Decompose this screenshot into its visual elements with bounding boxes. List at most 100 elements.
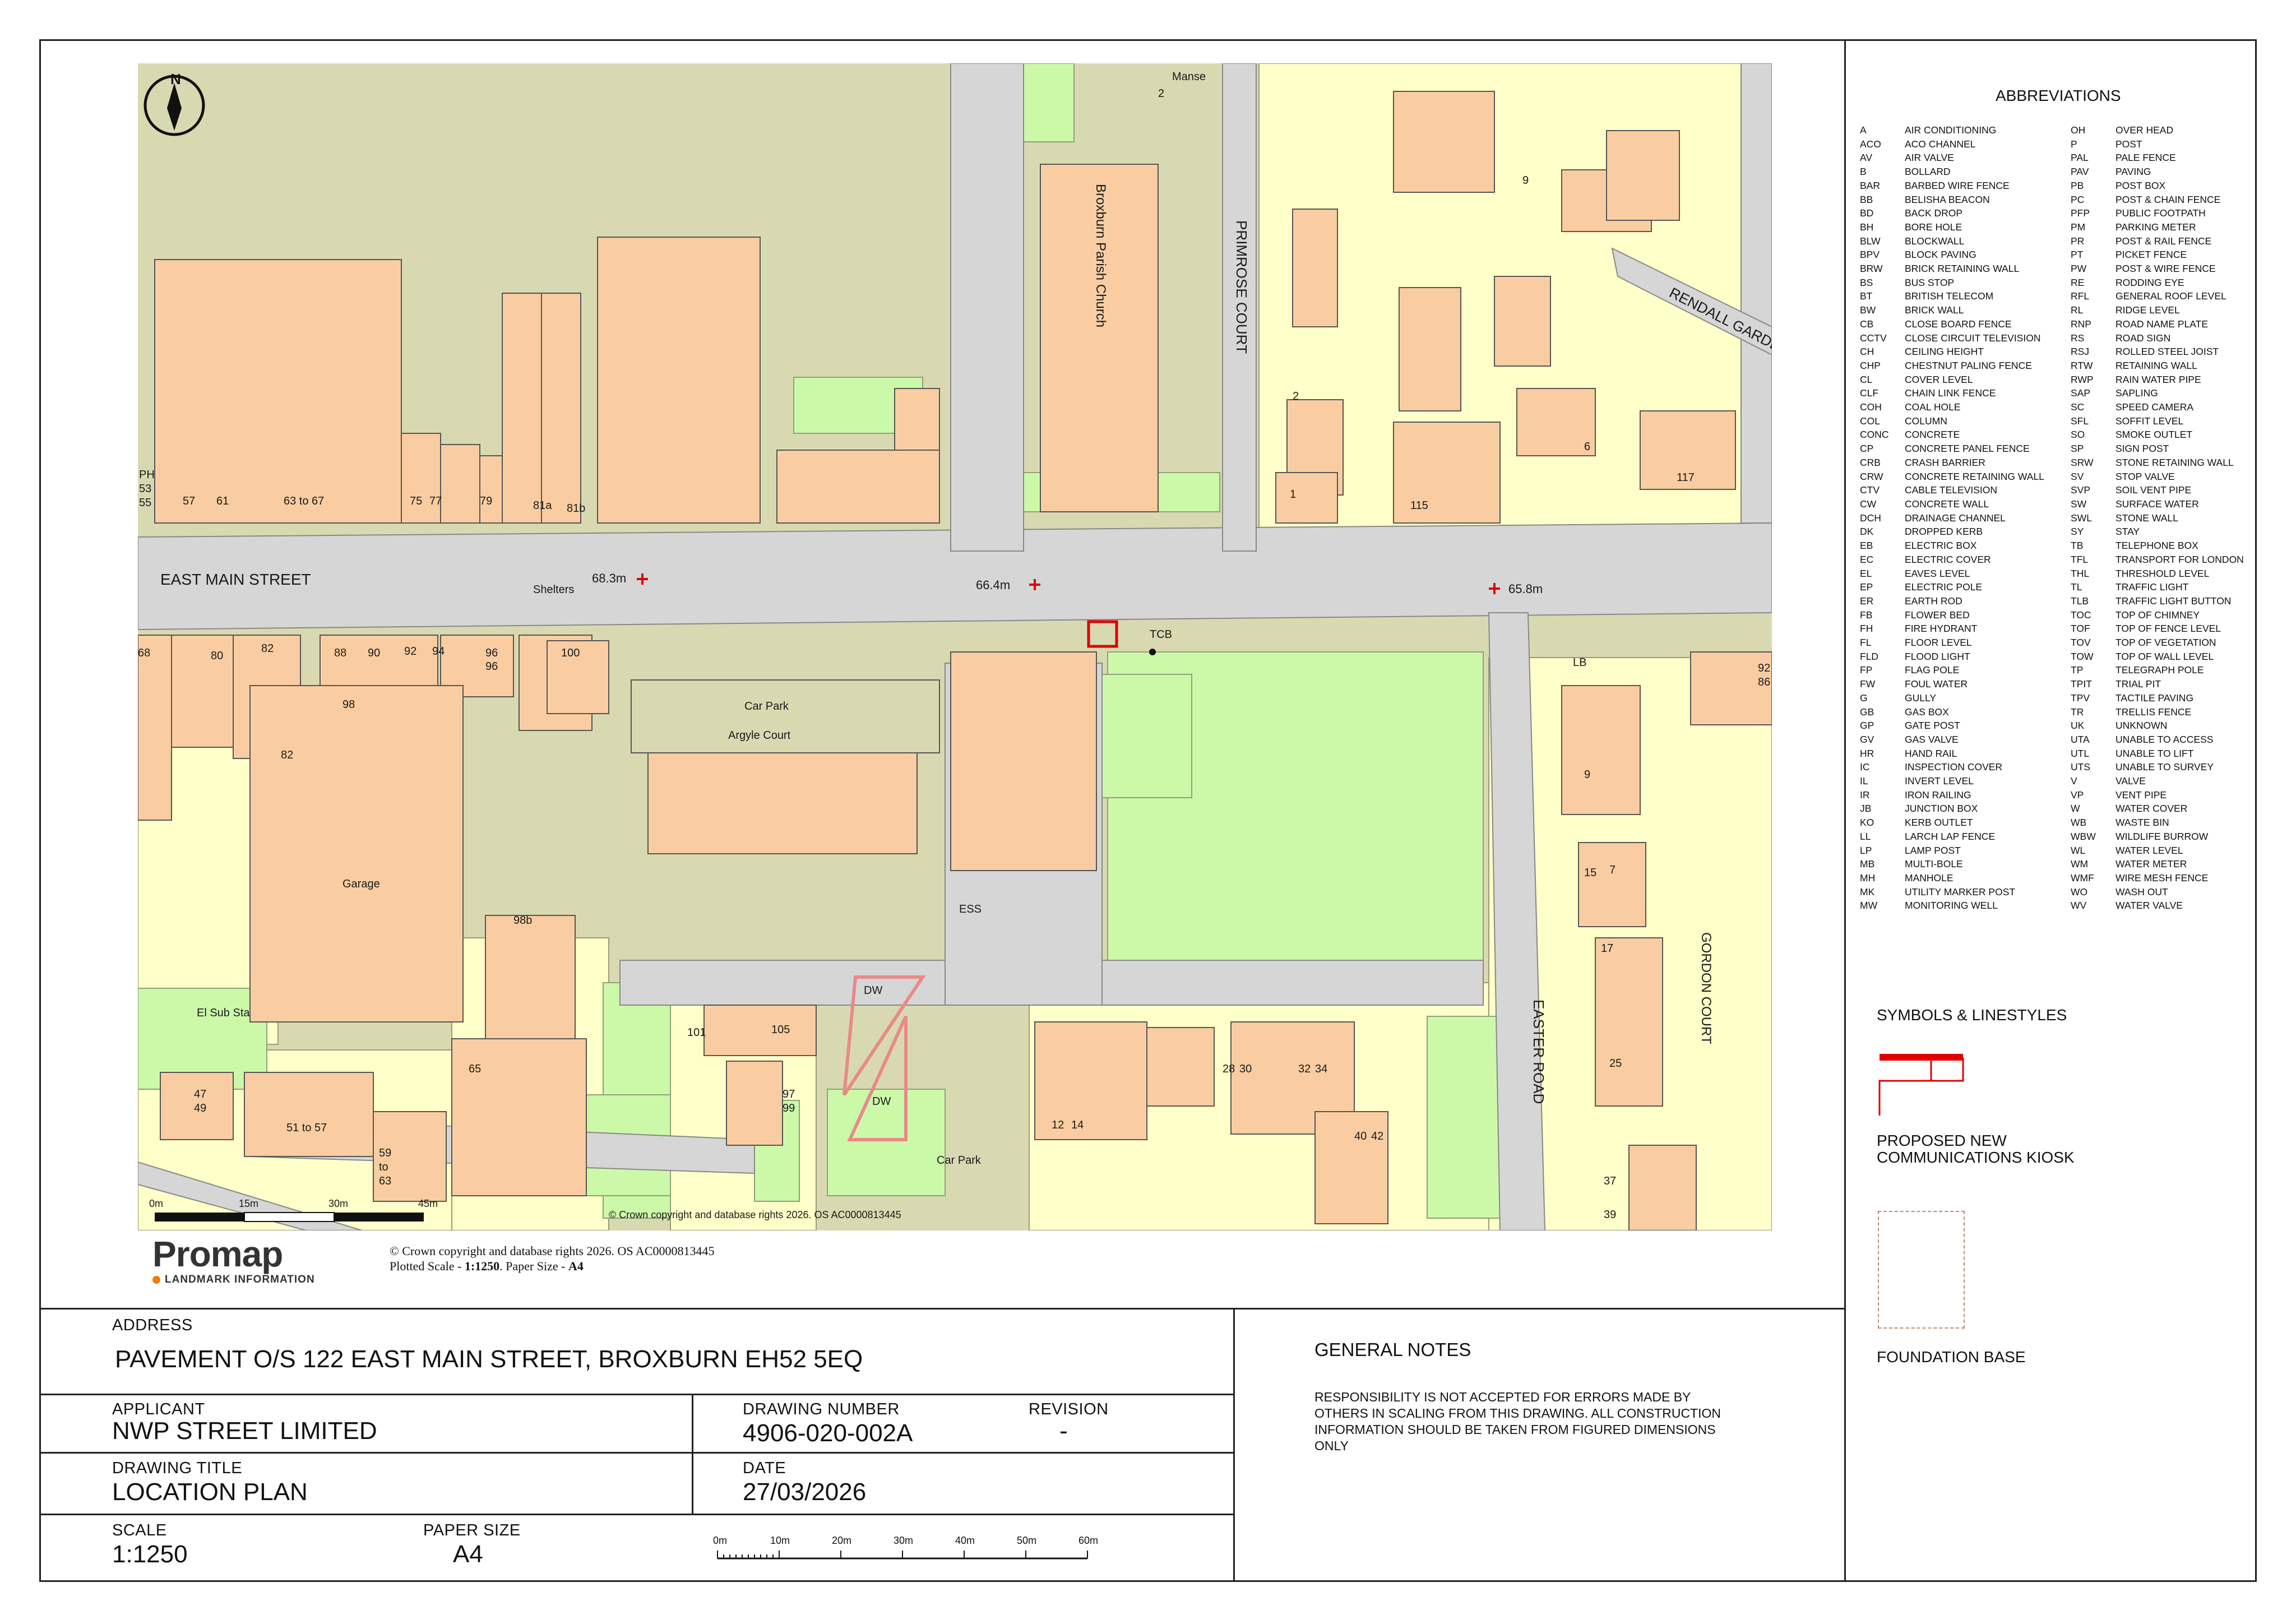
abbreviation-description: BRITISH TELECOM xyxy=(1905,290,1994,302)
abbreviation-row: PAL PALE FENCE xyxy=(2071,151,2244,165)
abbreviation-row: G GULLY xyxy=(1860,691,2044,705)
abbreviation-code: FH xyxy=(1860,623,1873,635)
abbreviation-description: EAVES LEVEL xyxy=(1905,567,1970,579)
location-map[interactable]: N 0m 15m 30m 45m © Crown copyright and d… xyxy=(138,63,1772,1230)
abbreviation-description: WATER LEVEL xyxy=(2116,844,2183,856)
applicant-value: NWP STREET LIMITED xyxy=(112,1417,377,1445)
abbreviation-row: SV STOP VALVE xyxy=(2071,470,2244,484)
abbreviation-code: BH xyxy=(1860,221,1874,233)
abbreviation-code: CRW xyxy=(1860,470,1883,482)
drawing-title-value: LOCATION PLAN xyxy=(112,1478,308,1506)
abbreviation-code: PR xyxy=(2071,235,2085,247)
house-number: 86 xyxy=(1758,676,1770,688)
abbreviation-row: FB FLOWER BED xyxy=(1860,608,2044,622)
abbreviation-description: WATER VALVE xyxy=(2116,900,2183,912)
abbreviation-description: SAPLING xyxy=(2116,387,2158,399)
label-tcb: TCB xyxy=(1150,628,1172,641)
general-notes-line: OTHERS IN SCALING FROM THIS DRAWING. ALL… xyxy=(1314,1406,1721,1421)
abbreviation-row: CRB CRASH BARRIER xyxy=(1860,456,2044,470)
abbreviation-row: CH CEILING HEIGHT xyxy=(1860,345,2044,359)
abbreviation-row: RL RIDGE LEVEL xyxy=(2071,303,2244,317)
abbreviation-code: CONC xyxy=(1860,429,1889,441)
abbreviation-description: CONCRETE xyxy=(1905,429,1960,441)
abbreviation-description: FLAG POLE xyxy=(1905,664,1960,676)
house-number: 1 xyxy=(1290,488,1296,501)
revision-label: REVISION xyxy=(1029,1400,1109,1418)
abbreviation-description: INSPECTION COVER xyxy=(1905,761,2003,773)
abbreviation-code: GB xyxy=(1860,706,1874,718)
right-panel-divider xyxy=(1844,39,1846,1582)
abbreviation-code: BT xyxy=(1860,290,1873,302)
abbreviation-description: CONCRETE PANEL FENCE xyxy=(1905,443,2030,455)
house-number: 57 xyxy=(183,495,195,507)
abbreviation-description: WASH OUT xyxy=(2116,886,2168,897)
abbreviation-code: EC xyxy=(1860,553,1874,565)
street-gordon-court: GORDON COURT xyxy=(1698,932,1714,1044)
abbreviation-description: BLOCK PAVING xyxy=(1905,249,1976,261)
label-argyle-court: Argyle Court xyxy=(728,729,791,742)
abbreviation-description: SPEED CAMERA xyxy=(2116,401,2194,413)
abbreviation-row: CLF CHAIN LINK FENCE xyxy=(1860,386,2044,400)
abbreviation-description: VALVE xyxy=(2116,775,2146,787)
abbreviation-code: TPIT xyxy=(2071,678,2092,690)
abbreviation-row: RSJ ROLLED STEEL JOIST xyxy=(2071,345,2244,359)
abbreviation-code: SAP xyxy=(2071,387,2091,399)
abbreviation-row: EL EAVES LEVEL xyxy=(1860,567,2044,581)
abbreviation-description: STONE WALL xyxy=(2116,512,2178,524)
abbreviation-code: IL xyxy=(1860,775,1868,787)
abbreviation-row: TOF TOP OF FENCE LEVEL xyxy=(2071,622,2244,636)
abbreviation-code: BW xyxy=(1860,304,1876,316)
abbreviation-row: SWL STONE WALL xyxy=(2071,511,2244,525)
promap-dot-icon xyxy=(152,1276,160,1284)
kiosk-symbol-icon xyxy=(1878,1053,1965,1117)
abbreviation-code: PC xyxy=(2071,193,2085,205)
promap-logo: Promap xyxy=(152,1234,283,1274)
abbreviation-row: CB CLOSE BOARD FENCE xyxy=(1860,317,2044,331)
abbreviation-description: UNABLE TO ACCESS xyxy=(2116,733,2214,745)
label-manse: Manse xyxy=(1172,71,1206,83)
abbreviation-row: SFL SOFFIT LEVEL xyxy=(2071,414,2244,428)
abbreviation-row: BH BORE HOLE xyxy=(1860,220,2044,234)
abbreviation-row: CONC CONCRETE xyxy=(1860,428,2044,442)
house-number: 53 xyxy=(139,483,151,495)
abbreviation-description: TELEGRAPH POLE xyxy=(2116,664,2204,676)
abbreviation-row: GB GAS BOX xyxy=(1860,705,2044,719)
house-number: 75 xyxy=(410,495,422,507)
abbreviation-code: WMF xyxy=(2071,872,2094,883)
abbreviation-row: RFL GENERAL ROOF LEVEL xyxy=(2071,289,2244,303)
abbreviation-description: BELISHA BEACON xyxy=(1905,193,1990,205)
applicant-label: APPLICANT xyxy=(112,1400,205,1418)
house-number: 92 xyxy=(1758,662,1770,674)
abbreviation-row: SP SIGN POST xyxy=(2071,442,2244,456)
address-label: ADDRESS xyxy=(112,1316,193,1334)
abbreviation-row: OH OVER HEAD xyxy=(2071,123,2244,137)
abbreviation-description: TACTILE PAVING xyxy=(2116,692,2194,704)
abbreviation-code: RSJ xyxy=(2071,346,2090,358)
abbreviation-description: CEILING HEIGHT xyxy=(1905,346,1984,358)
house-number: 12 xyxy=(1052,1119,1064,1131)
abbreviation-description: TRELLIS FENCE xyxy=(2116,706,2192,718)
house-number: 49 xyxy=(194,1102,206,1114)
abbreviation-description: TOP OF FENCE LEVEL xyxy=(2116,623,2221,635)
abbreviation-description: THRESHOLD LEVEL xyxy=(2116,567,2210,579)
abbreviation-description: BLOCKWALL xyxy=(1905,235,1965,247)
abbreviation-code: PB xyxy=(2071,179,2084,191)
abbreviation-description: WASTE BIN xyxy=(2116,817,2169,829)
abbreviation-row: CL COVER LEVEL xyxy=(1860,373,2044,387)
abbreviation-description: TRAFFIC LIGHT xyxy=(2116,581,2189,593)
abbreviation-description: RODDING EYE xyxy=(2116,276,2184,288)
svg-text:N: N xyxy=(170,71,181,87)
abbreviation-code: TFL xyxy=(2071,553,2089,565)
abbreviation-description: FLOWER BED xyxy=(1905,609,1970,621)
abbreviation-description: STAY xyxy=(2116,526,2140,538)
abbreviation-code: LP xyxy=(1860,844,1872,856)
abbreviation-code: FP xyxy=(1860,664,1873,676)
house-number: 117 xyxy=(1677,471,1695,484)
abbreviation-description: BARBED WIRE FENCE xyxy=(1905,179,2010,191)
abbreviation-description: BORE HOLE xyxy=(1905,221,1962,233)
date-label: DATE xyxy=(743,1459,786,1477)
abbreviation-description: GAS VALVE xyxy=(1905,733,1959,745)
abbreviation-row: RWP RAIN WATER PIPE xyxy=(2071,373,2244,387)
abbreviation-row: BB BELISHA BEACON xyxy=(1860,193,2044,207)
abbreviation-row: CCTV CLOSE CIRCUIT TELEVISION xyxy=(1860,331,2044,345)
